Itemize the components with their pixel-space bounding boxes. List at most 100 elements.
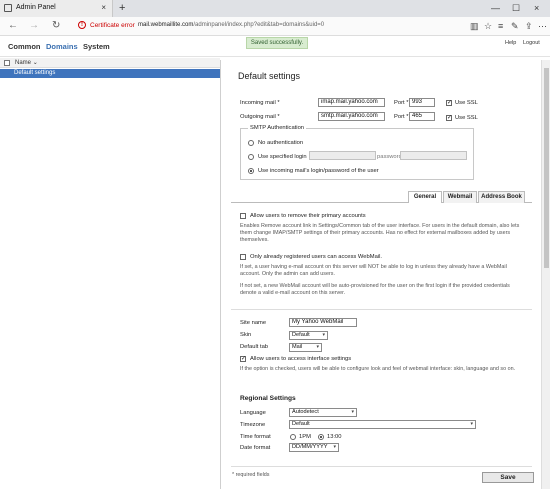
certificate-error-icon[interactable]: ! <box>78 21 86 29</box>
close-tab-icon[interactable]: × <box>101 3 106 12</box>
help-link[interactable]: Help <box>505 40 516 46</box>
allow-interface-settings-hint: If the option is checked, users will be … <box>240 366 516 372</box>
back-icon[interactable]: ← <box>8 20 18 32</box>
outgoing-mail-input[interactable]: smtp.mail.yahoo.com <box>318 112 385 121</box>
more-icon[interactable]: ⋯ <box>538 20 547 32</box>
incoming-credentials-label: Use incoming mail's login/password of th… <box>258 168 379 174</box>
only-registered-hint-set: If set, a user having e-mail account on … <box>240 264 507 277</box>
address-bar[interactable]: ! Certificate error mail.webmaillite.com… <box>74 20 464 33</box>
specified-login-radio[interactable] <box>248 154 254 160</box>
no-auth-radio[interactable] <box>248 140 254 146</box>
only-registered-label: Only already registered users can access… <box>250 254 382 260</box>
allow-remove-accounts-label: Allow users to remove their primary acco… <box>250 213 366 219</box>
name-column-header[interactable]: Name ⌄ <box>15 59 38 66</box>
chevron-down-icon: ▾ <box>316 344 319 350</box>
list-header: Name ⌄ <box>0 58 220 68</box>
skin-select[interactable]: Default ▾ <box>289 331 328 340</box>
incoming-credentials-radio[interactable] <box>248 168 254 174</box>
default-tab-select[interactable]: Mail ▾ <box>289 343 322 352</box>
time-24h-radio[interactable] <box>318 434 324 440</box>
time-format-label: Time format <box>240 434 271 440</box>
minimize-window-icon[interactable]: — <box>491 2 500 14</box>
smtp-password-input[interactable] <box>400 151 467 160</box>
outgoing-mail-label: Outgoing mail * <box>240 114 280 120</box>
reading-view-icon[interactable]: ▥ <box>470 20 479 32</box>
nav-system[interactable]: System <box>83 42 110 51</box>
smtp-auth-legend: SMTP Authentication <box>248 125 307 131</box>
footer-divider <box>231 466 532 467</box>
sort-chevron-icon: ⌄ <box>32 60 38 66</box>
skin-label: Skin <box>240 332 252 338</box>
only-registered-checkbox[interactable] <box>240 254 246 260</box>
incoming-port-input[interactable]: 993 <box>409 98 435 107</box>
new-tab-button[interactable]: + <box>119 2 125 14</box>
time-12h-label: 1PM <box>299 434 311 440</box>
allow-interface-settings-label: Allow users to access interface settings <box>250 356 352 362</box>
chevron-down-icon: ▾ <box>333 444 336 450</box>
hub-icon[interactable]: ≡ <box>498 20 503 32</box>
language-label: Language <box>240 410 266 416</box>
incoming-ssl-label: Use SSL <box>455 100 478 106</box>
outgoing-port-input[interactable]: 465 <box>409 112 435 121</box>
no-auth-label: No authentication <box>258 140 304 146</box>
notes-icon[interactable]: ✎ <box>511 20 519 32</box>
favorite-icon[interactable]: ☆ <box>484 20 492 32</box>
incoming-port-label: Port * <box>394 100 409 106</box>
regional-settings-heading: Regional Settings <box>240 395 296 402</box>
page-title: Default settings <box>238 71 301 81</box>
date-format-label: Date format <box>240 445 271 451</box>
incoming-mail-input[interactable]: imap.mail.yahoo.com <box>318 98 385 107</box>
logout-link[interactable]: Logout <box>523 40 540 46</box>
tab-general[interactable]: General <box>408 191 442 203</box>
scrollbar-thumb[interactable] <box>544 68 549 268</box>
list-item-label: Default settings <box>14 70 56 76</box>
language-select[interactable]: Autodetect ▾ <box>289 408 357 417</box>
success-toast: Saved successfully. <box>246 37 308 49</box>
required-fields-note: * required fields <box>232 472 270 478</box>
url-text: mail.webmaillite.com/adminpanel/index.ph… <box>138 22 324 28</box>
share-icon[interactable]: ⇪ <box>525 20 533 32</box>
browser-tab-bar: Admin Panel × + — ☐ × <box>0 0 550 17</box>
browser-tab-title: Admin Panel <box>16 4 56 11</box>
scrollbar[interactable] <box>541 60 550 489</box>
forward-icon[interactable]: → <box>29 20 39 32</box>
outgoing-ssl-label: Use SSL <box>455 115 478 121</box>
allow-remove-accounts-checkbox[interactable] <box>240 213 246 219</box>
url-path: /adminpanel/index.php?edit&tab=domains&u… <box>193 22 325 28</box>
browser-tab[interactable]: Admin Panel × <box>0 0 113 17</box>
certificate-error-label[interactable]: Certificate error <box>90 22 135 29</box>
tab-address-book[interactable]: Address Book <box>478 191 525 203</box>
incoming-mail-label: Incoming mail * <box>240 100 280 106</box>
timezone-label: Timezone <box>240 422 266 428</box>
nav-domains[interactable]: Domains <box>46 42 78 51</box>
smtp-login-input[interactable] <box>309 151 376 160</box>
list-item[interactable]: Default settings <box>0 69 220 78</box>
specified-login-label: Use specified login <box>258 154 307 160</box>
chevron-down-icon: ▾ <box>322 332 325 338</box>
close-window-icon[interactable]: × <box>534 2 539 14</box>
nav-common[interactable]: Common <box>8 42 41 51</box>
only-registered-hint-unset: If not set, a new WebMail account will b… <box>240 283 510 296</box>
outgoing-ssl-checkbox[interactable] <box>446 114 452 121</box>
default-tab-label: Default tab <box>240 344 269 350</box>
allow-interface-settings-checkbox[interactable] <box>240 355 246 362</box>
reload-icon[interactable]: ↻ <box>52 20 60 32</box>
tab-webmail[interactable]: Webmail <box>443 191 477 203</box>
time-12h-radio[interactable] <box>290 434 296 440</box>
section-divider <box>231 309 532 310</box>
incoming-ssl-checkbox[interactable] <box>446 99 452 106</box>
allow-remove-accounts-hint: Enables Remove account link in Settings/… <box>240 223 520 243</box>
site-name-input[interactable]: My Yahoo WebMail <box>289 318 357 327</box>
select-all-checkbox[interactable] <box>4 60 10 66</box>
url-host: mail.webmaillite.com <box>138 22 194 28</box>
site-name-label: Site name <box>240 320 267 326</box>
page-favicon-icon <box>4 4 12 12</box>
browser-toolbar: ← → ↻ ! Certificate error mail.webmailli… <box>0 17 550 36</box>
save-button[interactable]: Save <box>482 472 534 483</box>
time-24h-label: 13:00 <box>327 434 342 440</box>
date-format-select[interactable]: DD/MM/YYYY ▾ <box>289 443 339 452</box>
maximize-window-icon[interactable]: ☐ <box>512 2 520 14</box>
chevron-down-icon: ▾ <box>470 421 473 427</box>
chevron-down-icon: ▾ <box>351 409 354 415</box>
timezone-select[interactable]: Default ▾ <box>289 420 476 429</box>
